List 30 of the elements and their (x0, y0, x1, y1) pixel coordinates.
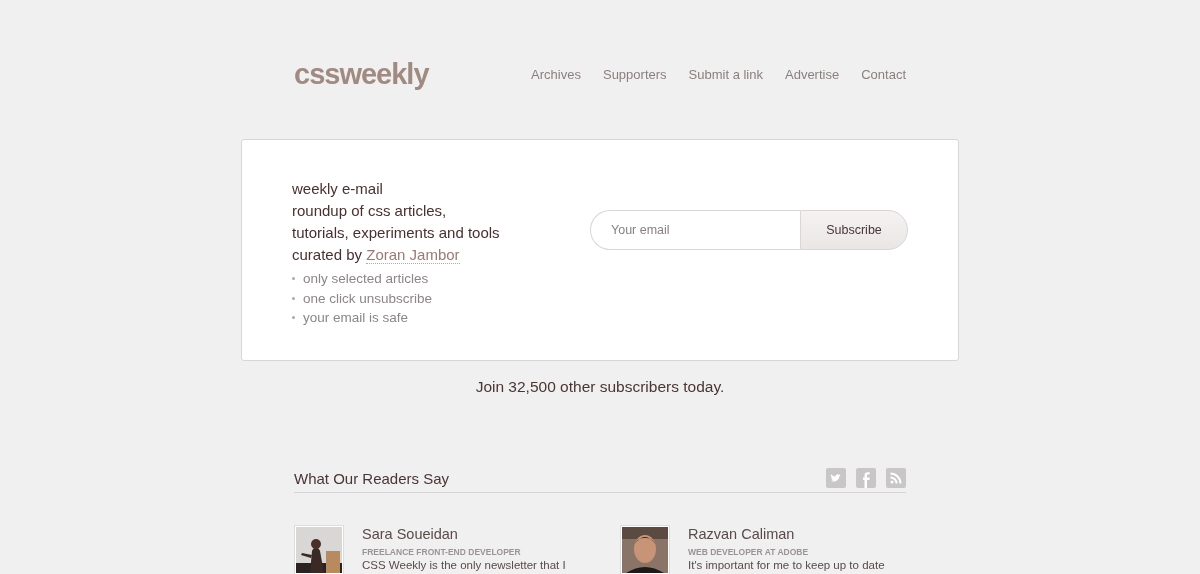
nav-link[interactable]: Submit a link (688, 66, 763, 82)
twitter-icon[interactable] (826, 468, 846, 488)
subscriber-count: Join 32,500 other subscribers today. (474, 378, 726, 396)
reader-role: WEB DEVELOPER AT ADOBE (688, 547, 810, 558)
bullet-icon (292, 277, 295, 281)
logo[interactable]: cssweekly (294, 57, 429, 91)
bullet-icon (292, 296, 295, 300)
reader-quote: It's important for me to keep up to date (688, 559, 885, 572)
benefit-text: one click unsubscribe (303, 289, 433, 308)
rss-icon[interactable] (886, 468, 906, 488)
tagline: tutorials, experiments and tools (292, 223, 500, 243)
bullet-icon (292, 316, 295, 320)
author-link[interactable]: Zoran Jambor (366, 246, 460, 264)
reader-quote: CSS Weekly is the only newsletter that I (362, 559, 566, 572)
tagline: roundup of css articles, (292, 201, 448, 221)
subscribe-button[interactable]: Subscribe (800, 210, 908, 250)
nav-link[interactable]: Contact (861, 66, 906, 82)
benefit-text: your email is safe (303, 309, 409, 327)
section-title: What Our Readers Say (294, 469, 450, 487)
tagline: curated by Zoran Jambor (292, 245, 461, 266)
nav-link[interactable]: Supporters (602, 66, 667, 82)
reader-name: Razvan Caliman (688, 525, 796, 543)
email-field[interactable]: Your email (590, 210, 800, 250)
facebook-icon[interactable] (856, 468, 876, 488)
reader-name: Sara Soueidan (362, 525, 459, 543)
benefit-text: only selected articles (303, 270, 429, 288)
nav-link[interactable]: Advertise (785, 66, 840, 82)
nav-link[interactable]: Archives (531, 66, 581, 82)
tagline: weekly e-mail (292, 179, 384, 199)
reader-role: FREELANCE FRONT-END DEVELOPER (362, 547, 522, 558)
